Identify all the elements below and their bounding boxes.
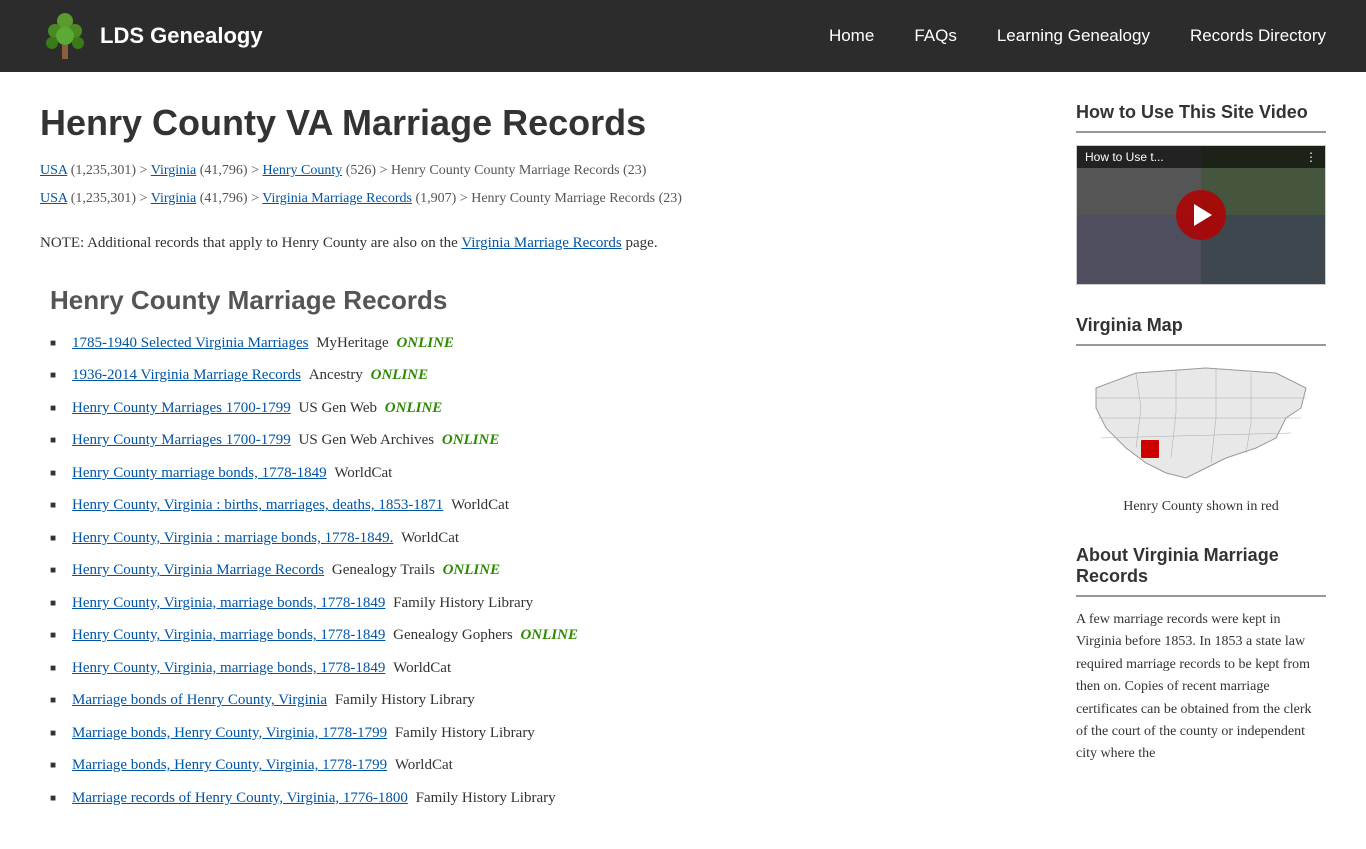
note-text: NOTE: Additional records that apply to H… [40,231,1036,255]
record-source-3: US Gen Web Archives [299,432,435,448]
records-list: 1785-1940 Selected Virginia Marriages My… [40,332,1036,810]
virginia-map-svg [1086,358,1316,488]
page-wrapper: Henry County VA Marriage Records USA (1,… [0,72,1366,849]
record-link-13[interactable]: Marriage bonds, Henry County, Virginia, … [72,757,387,773]
list-item: Henry County, Virginia : births, marriag… [50,494,1036,517]
list-item: Henry County Marriages 1700-1799 US Gen … [50,397,1036,420]
breadcrumb-va-marriage-records[interactable]: Virginia Marriage Records [262,191,412,206]
record-source-2: US Gen Web [299,400,378,416]
virginia-map-container: Henry County shown in red [1076,358,1326,515]
breadcrumb-virginia-2[interactable]: Virginia [151,191,197,206]
list-item: Henry County, Virginia, marriage bonds, … [50,657,1036,680]
nav-home[interactable]: Home [829,26,874,46]
list-item: 1936-2014 Virginia Marriage Records Ance… [50,364,1036,387]
record-source-8: Family History Library [393,595,533,611]
list-item: Henry County, Virginia, marriage bonds, … [50,624,1036,647]
record-source-1: Ancestry [309,367,363,383]
record-source-13: WorldCat [395,757,453,773]
list-item: 1785-1940 Selected Virginia Marriages My… [50,332,1036,355]
play-button[interactable] [1176,190,1226,240]
online-badge-1: ONLINE [371,367,429,383]
list-item: Marriage bonds, Henry County, Virginia, … [50,754,1036,777]
about-text: A few marriage records were kept in Virg… [1076,609,1326,766]
section-title: Henry County Marriage Records [40,285,1036,316]
list-item: Henry County Marriages 1700-1799 US Gen … [50,429,1036,452]
record-link-3[interactable]: Henry County Marriages 1700-1799 [72,432,291,448]
record-source-5: WorldCat [451,497,509,513]
breadcrumb-virginia-1[interactable]: Virginia [151,163,197,178]
online-badge-9: ONLINE [520,627,578,643]
record-link-6[interactable]: Henry County, Virginia : marriage bonds,… [72,530,393,546]
record-source-7: Genealogy Trails [332,562,435,578]
record-source-6: WorldCat [401,530,459,546]
logo-text: LDS Genealogy [100,23,263,49]
video-section: How to Use This Site Video How to Use t.… [1076,102,1326,285]
list-item: Henry County marriage bonds, 1778-1849 W… [50,462,1036,485]
logo-tree-icon [40,11,90,61]
list-item: Henry County, Virginia, marriage bonds, … [50,592,1036,615]
breadcrumb-usa-1[interactable]: USA [40,163,67,178]
record-link-1[interactable]: 1936-2014 Virginia Marriage Records [72,367,301,383]
list-item: Marriage bonds, Henry County, Virginia, … [50,722,1036,745]
sidebar: How to Use This Site Video How to Use t.… [1076,102,1326,819]
record-link-4[interactable]: Henry County marriage bonds, 1778-1849 [72,465,327,481]
record-link-10[interactable]: Henry County, Virginia, marriage bonds, … [72,660,385,676]
nav-faqs[interactable]: FAQs [914,26,957,46]
record-link-14[interactable]: Marriage records of Henry County, Virgin… [72,790,408,806]
nav-records[interactable]: Records Directory [1190,26,1326,46]
map-section: Virginia Map Henry County sh [1076,315,1326,515]
nav-learning[interactable]: Learning Genealogy [997,26,1150,46]
about-divider [1076,595,1326,597]
record-link-12[interactable]: Marriage bonds, Henry County, Virginia, … [72,725,387,741]
page-title: Henry County VA Marriage Records [40,102,1036,144]
site-header: LDS Genealogy Home FAQs Learning Genealo… [0,0,1366,72]
record-source-9: Genealogy Gophers [393,627,513,643]
video-section-title: How to Use This Site Video [1076,102,1326,123]
record-link-7[interactable]: Henry County, Virginia Marriage Records [72,562,324,578]
record-source-4: WorldCat [334,465,392,481]
record-source-10: WorldCat [393,660,451,676]
video-thumbnail[interactable]: How to Use t... ⋮ [1076,145,1326,285]
record-link-8[interactable]: Henry County, Virginia, marriage bonds, … [72,595,385,611]
record-source-0: MyHeritage [316,335,388,351]
virginia-marriage-records-link[interactable]: Virginia Marriage Records [461,235,621,251]
online-badge-3: ONLINE [442,432,500,448]
breadcrumb-1: USA (1,235,301) > Virginia (41,796) > He… [40,160,1036,182]
record-link-9[interactable]: Henry County, Virginia, marriage bonds, … [72,627,385,643]
list-item: Marriage bonds of Henry County, Virginia… [50,689,1036,712]
breadcrumb-2: USA (1,235,301) > Virginia (41,796) > Vi… [40,188,1036,210]
logo-area[interactable]: LDS Genealogy [40,11,263,61]
record-source-12: Family History Library [395,725,535,741]
video-play-area [1077,146,1325,284]
online-badge-2: ONLINE [385,400,443,416]
breadcrumb-usa-2[interactable]: USA [40,191,67,206]
map-divider [1076,344,1326,346]
main-content: Henry County VA Marriage Records USA (1,… [40,102,1036,819]
map-caption: Henry County shown in red [1076,499,1326,515]
record-link-11[interactable]: Marriage bonds of Henry County, Virginia [72,692,327,708]
list-item: Henry County, Virginia Marriage Records … [50,559,1036,582]
record-source-11: Family History Library [335,692,475,708]
about-section: About Virginia Marriage Records A few ma… [1076,545,1326,766]
online-badge-0: ONLINE [396,335,454,351]
record-link-5[interactable]: Henry County, Virginia : births, marriag… [72,497,443,513]
list-item: Marriage records of Henry County, Virgin… [50,787,1036,810]
breadcrumb-henry-county[interactable]: Henry County [263,163,343,178]
list-item: Henry County, Virginia : marriage bonds,… [50,527,1036,550]
video-divider [1076,131,1326,133]
map-section-title: Virginia Map [1076,315,1326,336]
main-nav: Home FAQs Learning Genealogy Records Dir… [829,26,1326,46]
record-link-2[interactable]: Henry County Marriages 1700-1799 [72,400,291,416]
record-source-14: Family History Library [416,790,556,806]
record-link-0[interactable]: 1785-1940 Selected Virginia Marriages [72,335,308,351]
online-badge-7: ONLINE [443,562,501,578]
about-section-title: About Virginia Marriage Records [1076,545,1326,587]
